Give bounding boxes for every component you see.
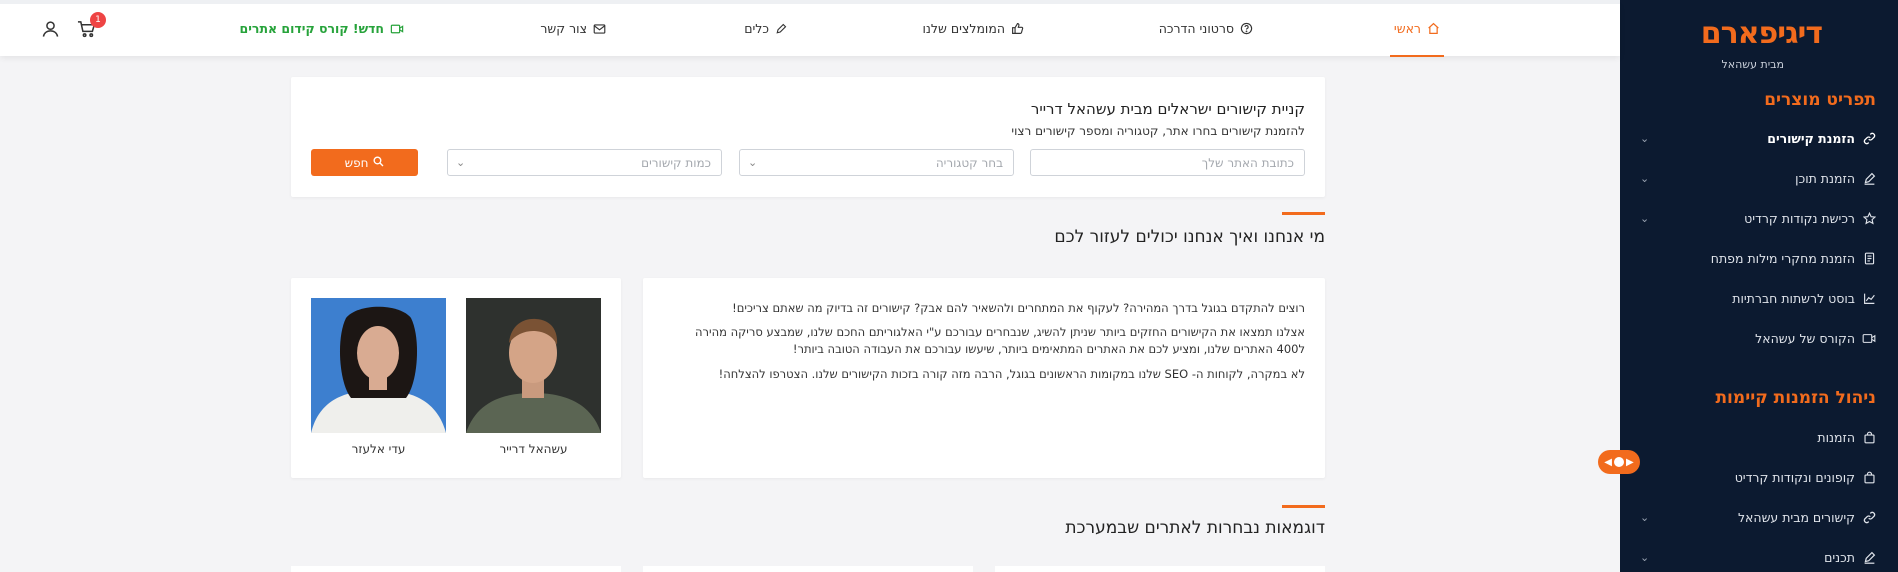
video-icon: [390, 23, 404, 35]
sidebar: דיגיפארם מבית עשהאל תפריט מוצרים הזמנת ק…: [1620, 0, 1898, 572]
nav-new-course-promo[interactable]: חדש! קורס קידום אתרים: [240, 21, 404, 36]
nav-contact-label: צור קשר: [540, 21, 587, 36]
sidebar-item-order-links[interactable]: הזמנת קישורים ⌄: [1640, 125, 1876, 151]
sidebar-item-label: רכישת נקודות קרדיט: [1744, 210, 1855, 226]
top-divider: [0, 0, 1620, 4]
section-accent-bar: [1282, 212, 1325, 215]
link-search-card: קניית קישורים ישראלים מבית עשהאל דרייר ל…: [291, 77, 1325, 197]
chevron-down-icon[interactable]: ⌄: [1640, 212, 1649, 225]
chevron-down-icon: ⌄: [456, 156, 466, 169]
video-icon: [1862, 331, 1876, 345]
example-card: [995, 566, 1325, 572]
about-heading: מי אנחנו ואיך אנחנו יכולים לעזור לכם: [1054, 227, 1325, 247]
site-url-placeholder: כתובת האתר שלך: [1201, 155, 1294, 170]
sidebar-item-label: בוסט לרשתות חברתיות: [1732, 290, 1855, 306]
category-placeholder: בחר קטגוריה: [935, 155, 1003, 170]
sidebar-item-contents[interactable]: תכנים ⌄: [1640, 544, 1876, 570]
team-photo-2: [311, 298, 446, 433]
mail-icon: [593, 23, 606, 35]
sidebar-item-house-links[interactable]: קישורים מבית עשהאל ⌄: [1640, 504, 1876, 530]
search-button[interactable]: חפש: [311, 149, 418, 176]
logo-wordmark: דיגיפארם: [1700, 16, 1823, 51]
document-icon: [1862, 251, 1876, 265]
link-icon: [1862, 510, 1876, 524]
brand-logo[interactable]: דיגיפארם מבית עשהאל: [1692, 16, 1823, 71]
logo-tagline: מבית עשהאל: [1721, 58, 1785, 71]
team-member-name: עדי אלעזר: [351, 442, 406, 456]
sidebar-item-label: הזמנת מחקרי מילות מפתח: [1710, 250, 1855, 266]
nav-recommended-label: המומלצים שלנו: [922, 21, 1005, 36]
chevron-down-icon[interactable]: ⌄: [1640, 511, 1649, 524]
examples-heading: דוגמאות נבחרות לאתרים שבמערכת: [1065, 518, 1325, 538]
search-button-label: חפש: [344, 155, 369, 170]
search-card-subtitle: להזמנת קישורים בחרו אתר, קטגוריה ומספר ק…: [1011, 124, 1305, 138]
pencil-icon: [1862, 550, 1876, 564]
thumbs-up-icon: [1011, 22, 1024, 35]
nav-tutorials[interactable]: סרטוני הדרכה: [1159, 21, 1253, 36]
sidebar-item-label: הזמנת קישורים: [1767, 130, 1855, 146]
chart-icon: [1862, 291, 1876, 305]
sidebar-item-label: הזמנות: [1817, 429, 1855, 445]
sidebar-item-label: הקורס של עשהאל: [1755, 330, 1855, 346]
eye-icon: [1614, 457, 1624, 467]
about-paragraph-1: רוצים להתקדם בגוגל בדרך המהירה? לעקוף את…: [732, 301, 1305, 315]
user-icon: [42, 20, 59, 42]
top-navigation: ראשי סרטוני הדרכה המומלצים שלנו כלים צור…: [0, 0, 1620, 57]
star-icon: [1862, 211, 1876, 225]
sidebar-item-buy-credits[interactable]: רכישת נקודות קרדיט ⌄: [1640, 205, 1876, 231]
account-button[interactable]: [40, 21, 60, 41]
example-card: [643, 566, 973, 572]
sidebar-item-keyword-research[interactable]: הזמנת מחקרי מילות מפתח: [1640, 245, 1876, 271]
manage-orders-title: ניהול הזמנות קיימות: [1715, 388, 1876, 408]
about-paragraph-3: לא במקרה, לקוחות ה- SEO שלנו במקומות הרא…: [718, 367, 1305, 381]
section-accent-bar: [1282, 505, 1325, 508]
nav-home[interactable]: ראשי: [1389, 21, 1445, 57]
chevron-left-icon: ◀: [1604, 456, 1612, 468]
nav-tutorials-label: סרטוני הדרכה: [1158, 21, 1234, 36]
link-count-select[interactable]: כמות קישורים ⌄: [447, 149, 722, 176]
search-card-title: קניית קישורים ישראלים מבית עשהאל דרייר: [1030, 100, 1305, 118]
bag-icon: [1862, 470, 1876, 484]
products-menu-title: תפריט מוצרים: [1764, 90, 1876, 110]
search-icon: [373, 155, 384, 170]
sidebar-item-course[interactable]: הקורס של עשהאל: [1640, 325, 1876, 351]
link-icon: [1862, 131, 1876, 145]
site-url-input[interactable]: כתובת האתר שלך: [1030, 149, 1305, 176]
sidebar-item-coupons[interactable]: קופונים ונקודות קרדיט: [1640, 464, 1876, 490]
team-card: עשהאל דרייר עדי אלעזר: [291, 278, 621, 478]
nav-tools-label: כלים: [744, 21, 769, 36]
sidebar-collapse-toggle[interactable]: ◀ ▶: [1598, 450, 1640, 474]
nav-home-label: ראשי: [1393, 21, 1421, 36]
sidebar-item-social-boost[interactable]: בוסט לרשתות חברתיות: [1640, 285, 1876, 311]
chevron-down-icon[interactable]: ⌄: [1640, 551, 1649, 564]
about-text-card: רוצים להתקדם בגוגל בדרך המהירה? לעקוף את…: [643, 278, 1325, 478]
nav-tools[interactable]: כלים: [744, 21, 787, 36]
sidebar-item-label: הזמנת תוכן: [1795, 170, 1855, 186]
question-icon: [1240, 22, 1253, 35]
team-photo-1: [466, 298, 601, 433]
about-paragraph-2: אצלנו תמצאו את הקישורים החזקים ביותר שני…: [695, 325, 1305, 356]
sidebar-item-label: קישורים מבית עשהאל: [1737, 509, 1855, 525]
chevron-down-icon: ⌄: [748, 156, 758, 169]
chevron-down-icon[interactable]: ⌄: [1640, 132, 1649, 145]
chevron-down-icon[interactable]: ⌄: [1640, 172, 1649, 185]
nav-contact[interactable]: צור קשר: [540, 21, 606, 36]
nav-promo-label: חדש! קורס קידום אתרים: [239, 21, 384, 36]
team-member-name: עשהאל דרייר: [499, 442, 568, 456]
pen-icon: [775, 23, 787, 35]
sidebar-item-label: תכנים: [1824, 549, 1855, 565]
chevron-right-icon: ▶: [1626, 456, 1634, 468]
sidebar-item-label: קופונים ונקודות קרדיט: [1734, 469, 1855, 485]
example-card: [291, 566, 621, 572]
cart-count-badge: 1: [90, 12, 106, 28]
category-select[interactable]: בחר קטגוריה ⌄: [739, 149, 1014, 176]
bag-icon: [1862, 430, 1876, 444]
nav-recommended[interactable]: המומלצים שלנו: [922, 21, 1024, 36]
pencil-icon: [1862, 171, 1876, 185]
home-icon: [1427, 22, 1440, 35]
link-count-placeholder: כמות קישורים: [641, 155, 711, 170]
sidebar-item-order-content[interactable]: הזמנת תוכן ⌄: [1640, 165, 1876, 191]
sidebar-item-orders[interactable]: הזמנות: [1640, 424, 1876, 450]
